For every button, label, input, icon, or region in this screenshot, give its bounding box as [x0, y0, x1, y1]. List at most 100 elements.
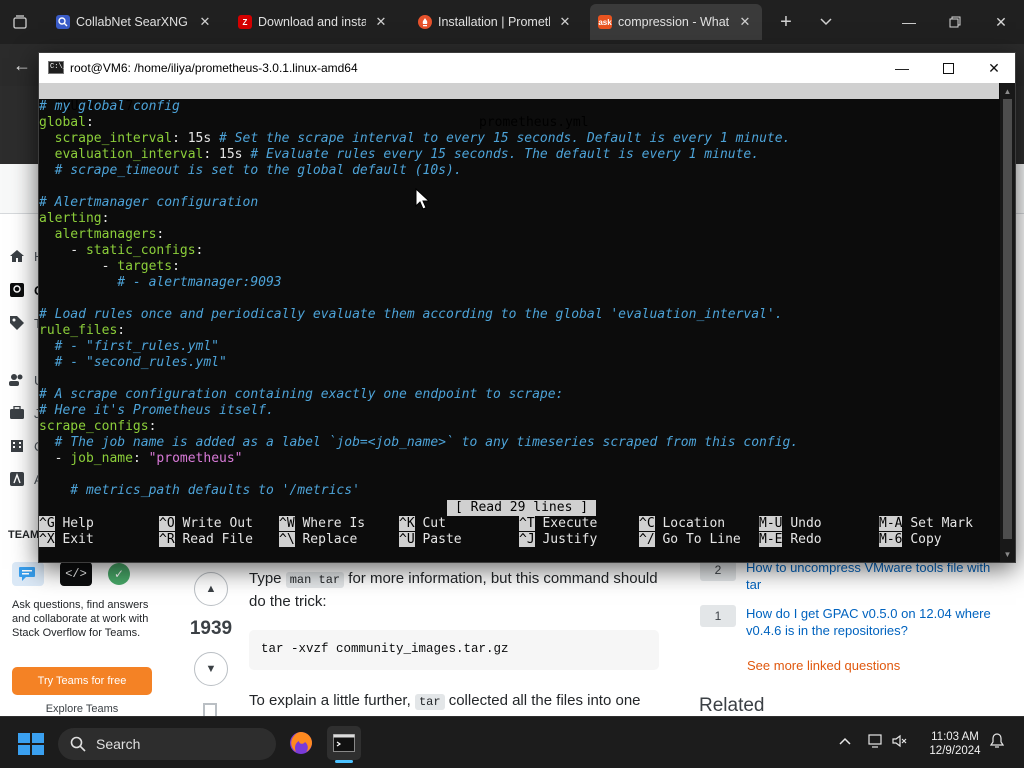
nano-shortcut[interactable]: M-A Set Mark: [879, 516, 973, 532]
windows-start-icon[interactable]: [18, 733, 44, 755]
windows-taskbar: Search 11:03 AM 12/9/2024: [0, 716, 1024, 768]
file-line-segment: : 15s: [203, 147, 251, 162]
terminal-screen[interactable]: GNU nano 7.2 prometheus.yml # my global …: [39, 83, 999, 562]
volume-muted-icon[interactable]: [890, 731, 910, 751]
nano-shortcut[interactable]: ^W Where Is: [279, 516, 365, 532]
browser-minimize-icon[interactable]: —: [886, 0, 932, 44]
browser-tab-searxng[interactable]: CollabNet SearXNG ✕: [48, 4, 222, 40]
browser-tab-prometheus[interactable]: Installation | Promethe ✕: [410, 4, 582, 40]
tab-close-icon[interactable]: ✕: [556, 14, 574, 30]
terminal-taskbar-icon[interactable]: [327, 726, 361, 763]
answer-text: collected all the files into one: [444, 692, 641, 709]
terminal-close-icon[interactable]: ✕: [971, 53, 1017, 83]
file-line: scrape_configs:: [39, 419, 156, 435]
taskbar-search-box[interactable]: Search: [58, 728, 276, 760]
nano-shortcut[interactable]: M-E Redo: [759, 532, 822, 548]
nano-shortcut[interactable]: ^R Read File: [159, 532, 253, 548]
nano-shortcut[interactable]: ^U Paste: [399, 532, 462, 548]
firefox-icon[interactable]: [284, 726, 318, 760]
building-icon: [8, 438, 26, 454]
linked-question-link[interactable]: How to uncompress VMware tools file with…: [746, 559, 1000, 593]
file-line: rule_files:: [39, 323, 125, 339]
scroll-down-arrow-icon[interactable]: ▼: [1000, 547, 1015, 561]
file-line-segment: job_name: [70, 451, 133, 466]
nano-shortcut[interactable]: ^C Location: [639, 516, 725, 532]
file-line: global:: [39, 115, 94, 131]
left-nav-jobs[interactable]: J: [8, 405, 41, 421]
taskbar-clock[interactable]: 11:03 AM 12/9/2024: [919, 730, 991, 758]
shortcut-label: Read File: [182, 532, 253, 547]
terminal-scrollbar[interactable]: ▲ ▼: [1000, 83, 1015, 562]
shortcut-key: M-A: [879, 516, 903, 531]
nano-status-message: [ Read 29 lines ]: [447, 500, 597, 516]
linked-question-link[interactable]: How do I get GPAC v0.5.0 on 12.04 where …: [746, 605, 1000, 639]
tray-overflow-chevron-icon[interactable]: [835, 731, 855, 751]
linked-score: 1: [700, 605, 736, 627]
scrollbar-thumb[interactable]: [1003, 99, 1012, 539]
askubuntu-icon: ask: [598, 15, 612, 29]
ask-icon: [8, 471, 26, 487]
nano-shortcut[interactable]: ^T Execute: [519, 516, 597, 532]
left-nav-tags[interactable]: T: [8, 315, 42, 331]
file-line-segment: alertmanagers: [39, 227, 157, 242]
tab-close-icon[interactable]: ✕: [196, 14, 214, 30]
nano-shortcut[interactable]: ^X Exit: [39, 532, 94, 548]
new-tab-button[interactable]: +: [766, 0, 806, 44]
nano-shortcut[interactable]: ^O Write Out: [159, 516, 253, 532]
tab-list-chevron-down-icon[interactable]: [806, 0, 846, 44]
back-arrow-icon[interactable]: ←: [8, 52, 36, 78]
file-line-segment: # Load rules once and periodically evalu…: [39, 307, 783, 322]
file-line: - static_configs:: [39, 243, 203, 259]
shortcut-label: Cut: [422, 516, 446, 531]
searxng-icon: [56, 15, 70, 29]
home-icon: [8, 248, 26, 264]
browser-close-icon[interactable]: ✕: [978, 0, 1024, 44]
tab-close-icon[interactable]: ✕: [372, 14, 390, 30]
terminal-maximize-icon[interactable]: [925, 53, 971, 83]
nano-shortcut[interactable]: ^G Help: [39, 516, 94, 532]
shortcut-key: M-U: [759, 516, 783, 531]
network-icon[interactable]: [866, 731, 886, 751]
shortcut-key: ^R: [159, 532, 175, 547]
shortcut-label: Help: [62, 516, 94, 531]
nano-shortcut[interactable]: ^K Cut: [399, 516, 446, 532]
linked-question[interactable]: 2 How to uncompress VMware tools file wi…: [700, 559, 1000, 593]
shortcut-label: Justify: [542, 532, 598, 547]
terminal-window[interactable]: C:\_ root@VM6: /home/iliya/prometheus-3.…: [38, 52, 1016, 563]
file-line-segment: : 15s: [172, 131, 220, 146]
notification-bell-icon[interactable]: [987, 731, 1007, 751]
vote-count: 1939: [189, 618, 233, 639]
file-line-segment: # scrape_timeout is set to the global de…: [39, 163, 462, 178]
shortcut-label: Write Out: [182, 516, 253, 531]
tab-actions-icon[interactable]: [0, 0, 40, 44]
nano-shortcut[interactable]: M-6 Copy: [879, 532, 942, 548]
nano-shortcut[interactable]: ^\ Replace: [279, 532, 357, 548]
explore-teams-link[interactable]: Explore Teams: [12, 703, 152, 715]
vote-down-button[interactable]: ▼: [194, 652, 228, 686]
linked-question[interactable]: 1 How do I get GPAC v0.5.0 on 12.04 wher…: [700, 605, 1000, 639]
see-more-linked-link[interactable]: See more linked questions: [747, 658, 900, 673]
file-line: alertmanagers:: [39, 227, 165, 243]
try-teams-button[interactable]: Try Teams for free: [12, 667, 152, 695]
file-line: # A scrape configuration containing exac…: [39, 387, 563, 403]
tab-title: Installation | Promethe: [438, 15, 550, 29]
vote-up-button[interactable]: ▲: [194, 572, 228, 606]
nano-shortcut[interactable]: ^J Justify: [519, 532, 597, 548]
browser-tab-zabbix[interactable]: Z Download and install Z ✕: [230, 4, 398, 40]
browser-tab-askubuntu[interactable]: ask compression - What c ✕: [590, 4, 762, 40]
file-line-segment: targets: [117, 259, 173, 274]
tab-title: compression - What c: [618, 15, 730, 29]
file-line-segment: # - alertmanager:9093: [39, 275, 282, 290]
answer-paragraph-2: To explain a little further, tar collect…: [249, 690, 659, 716]
file-line-segment: # Set the scrape interval to every 15 se…: [219, 131, 791, 146]
nano-shortcut[interactable]: ^/ Go To Line: [639, 532, 741, 548]
nano-shortcut[interactable]: M-U Undo: [759, 516, 822, 532]
shortcut-key: ^/: [639, 532, 655, 547]
browser-restore-icon[interactable]: [932, 0, 978, 44]
terminal-minimize-icon[interactable]: —: [879, 53, 925, 83]
scroll-up-arrow-icon[interactable]: ▲: [1000, 84, 1015, 98]
terminal-title-bar[interactable]: C:\_ root@VM6: /home/iliya/prometheus-3.…: [39, 53, 1015, 83]
file-line-segment: "prometheus": [148, 451, 243, 466]
tab-close-icon[interactable]: ✕: [736, 14, 754, 30]
teams-description: Ask questions, find answers and collabor…: [12, 599, 149, 639]
